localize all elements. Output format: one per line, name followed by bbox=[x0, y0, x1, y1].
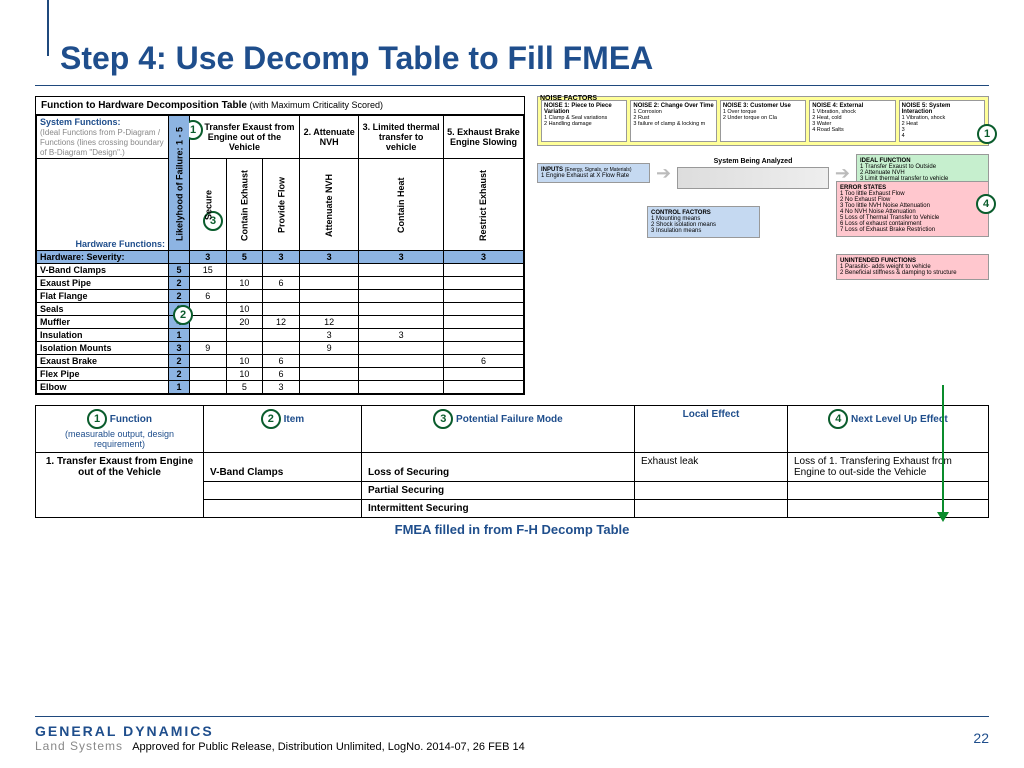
col-1: 1. Transfer Exaust from Engine out of th… bbox=[190, 116, 300, 159]
badge-2: 2 bbox=[173, 305, 193, 325]
table-row: Insulation133 bbox=[37, 329, 524, 342]
sub-restrict: Restrict Exhaust bbox=[443, 159, 523, 251]
logo-subtext: Land Systems bbox=[35, 739, 123, 753]
col-4: 5. Exhaust Brake Engine Slowing bbox=[443, 116, 523, 159]
table-row: Flat Flange26 bbox=[37, 290, 524, 303]
fmea-caption: FMEA filled in from F-H Decomp Table bbox=[35, 522, 989, 537]
table-row: Isolation Mounts399 bbox=[37, 342, 524, 355]
badge-4: 4 bbox=[976, 194, 996, 214]
inputs-box: INPUTS (Energy, Signals, or Materials)1 … bbox=[537, 163, 650, 183]
logo-text: GENERAL DYNAMICS bbox=[35, 723, 525, 739]
table-row: V-Band Clamps515 bbox=[37, 264, 524, 277]
badge-1: 1 bbox=[977, 124, 997, 144]
table-row: Elbow153 bbox=[37, 381, 524, 394]
table-row: Seals210 bbox=[37, 303, 524, 316]
badge-3: 3 bbox=[433, 409, 453, 429]
sub-contain: Contain Exhaust bbox=[226, 159, 263, 251]
system-analyzed: System Being Analyzed bbox=[677, 158, 829, 189]
green-arrow bbox=[942, 385, 944, 520]
table-row: Exaust Brake21066 bbox=[37, 355, 524, 368]
noise-factors: NOISE FACTORS NOISE 1: Piece to Piece Va… bbox=[537, 96, 989, 146]
table-row: Exaust Pipe2106 bbox=[37, 277, 524, 290]
col-3: 3. Limited thermal transfer to vehicle bbox=[359, 116, 443, 159]
footer: GENERAL DYNAMICS Land Systems Approved f… bbox=[35, 716, 989, 753]
likelihood-label: Likelyhood of Failure: 1 - 5 bbox=[169, 116, 190, 251]
table-row: 1. Transfer Exaust from Engine out of th… bbox=[36, 453, 989, 482]
badge-1: 1 bbox=[87, 409, 107, 429]
release-text: Approved for Public Release, Distributio… bbox=[132, 741, 525, 753]
decomp-title: Function to Hardware Decomposition Table… bbox=[36, 97, 524, 115]
table-row: Flex Pipe2106 bbox=[37, 368, 524, 381]
sub-nvh: Attenuate NVH bbox=[299, 159, 359, 251]
sub-heat: Contain Heat bbox=[359, 159, 443, 251]
accent-line bbox=[47, 0, 49, 56]
table-row: Muffler4201212 bbox=[37, 316, 524, 329]
page-title: Step 4: Use Decomp Table to Fill FMEA bbox=[60, 40, 989, 77]
p-diagram: NOISE FACTORS NOISE 1: Piece to Piece Va… bbox=[537, 96, 989, 192]
sys-func-label: System Functions: bbox=[40, 117, 121, 127]
sub-secure: Secure bbox=[190, 159, 227, 251]
decomp-table: Function to Hardware Decomposition Table… bbox=[35, 96, 525, 395]
arrow-icon: ➔ bbox=[656, 163, 671, 184]
sys-func-note: (Ideal Functions from P-Diagram / Functi… bbox=[40, 128, 164, 157]
page-number: 22 bbox=[973, 730, 989, 746]
severity-row: Hardware: Severity: 353333 bbox=[37, 251, 524, 264]
col-2: 2. Attenuate NVH bbox=[299, 116, 359, 159]
badge-4: 4 bbox=[828, 409, 848, 429]
fmea-table: 1 Function(measurable output, design req… bbox=[35, 405, 989, 518]
badge-2: 2 bbox=[261, 409, 281, 429]
control-factors: CONTROL FACTORS1 Mounting means 2 Shock … bbox=[647, 206, 760, 238]
sub-flow: Provide Flow bbox=[263, 159, 300, 251]
hw-func-label: Hardware Functions: bbox=[37, 159, 169, 251]
error-states: ERROR STATES1 Too little Exhaust Flow 2 … bbox=[836, 181, 989, 237]
unintended-functions: UNINTENDED FUNCTIONS1 Parasitic- adds we… bbox=[836, 254, 989, 280]
divider bbox=[35, 85, 989, 86]
